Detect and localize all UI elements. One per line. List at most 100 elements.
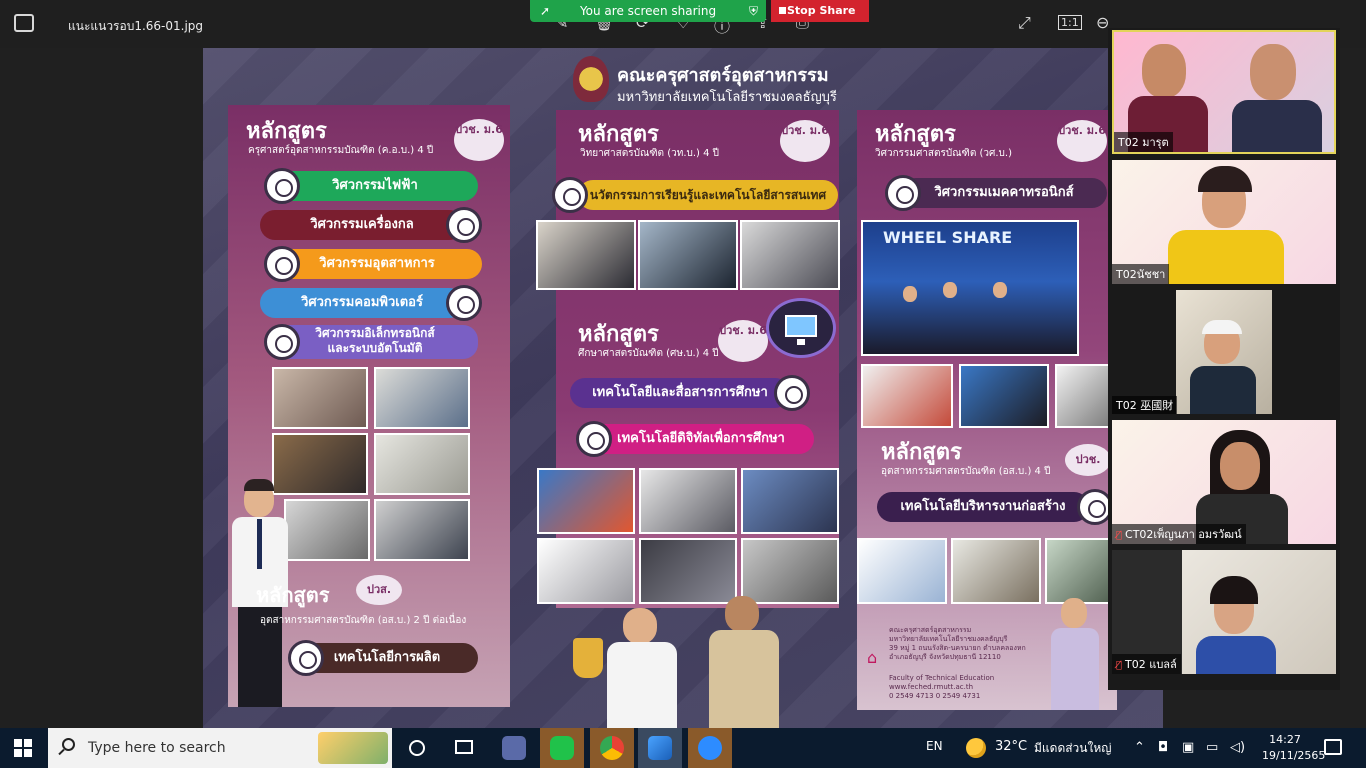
image-filename: แนะแนวรอบ1.66-01.jpg bbox=[68, 19, 204, 33]
activity-photo bbox=[638, 220, 738, 290]
fullscreen-icon[interactable]: ⤢ bbox=[1018, 13, 1031, 33]
gear-icon bbox=[288, 640, 324, 676]
program-pill: วิศวกรรมอิเล็กทรอนิกส์ และระบบอัตโนมัติ bbox=[272, 325, 478, 359]
battery-icon[interactable]: ▭ bbox=[1206, 740, 1218, 755]
gear-icon bbox=[885, 175, 921, 211]
lab-photo bbox=[284, 499, 370, 561]
lab-photo bbox=[272, 367, 368, 429]
admission-badge: ปวช. ม.6 bbox=[718, 320, 768, 362]
gear-icon bbox=[264, 246, 300, 282]
university-name: มหาวิทยาลัยเทคโนโลยีราชมงคลธัญบุรี bbox=[617, 90, 837, 105]
mic-muted-icon: 🎙̸ bbox=[1116, 660, 1123, 671]
activity-photo bbox=[1055, 364, 1115, 428]
chrome-app[interactable] bbox=[590, 728, 634, 768]
gear-icon bbox=[774, 375, 810, 411]
activity-photo bbox=[537, 468, 635, 534]
windows-start-icon[interactable] bbox=[14, 739, 32, 757]
panel-subheading: ศึกษาศาสตรบัณฑิต (ศษ.บ.) 4 ปี bbox=[578, 348, 719, 359]
home-icon: ⌂ bbox=[867, 648, 878, 667]
mic-muted-icon: 🎙̸ bbox=[1116, 530, 1123, 541]
activity-photo bbox=[740, 220, 840, 290]
participant-tile[interactable]: 🎙̸ CT02เพ็ญนภา อมรวัฒน์ bbox=[1112, 420, 1336, 544]
photos-app[interactable] bbox=[638, 728, 682, 768]
faculty-name: คณะครุศาสตร์อุตสาหกรรม bbox=[617, 65, 829, 86]
gear-icon bbox=[264, 168, 300, 204]
activity-photo bbox=[537, 538, 635, 604]
temperature[interactable]: 32°C bbox=[995, 739, 1027, 754]
activity-photo bbox=[741, 538, 839, 604]
lab-photo bbox=[374, 499, 470, 561]
gear-icon bbox=[264, 324, 300, 360]
widgets-button[interactable] bbox=[442, 728, 486, 768]
program-pill: นวัตกรรมการเรียนรู้และเทคโนโลยีสารสนเทศ bbox=[578, 180, 838, 210]
display-icon[interactable]: ▣ bbox=[1182, 740, 1194, 755]
system-clock[interactable]: 14:27 19/11/2565 bbox=[1262, 732, 1325, 764]
camera-icon[interactable]: ◘ bbox=[1158, 740, 1168, 755]
zoom-app[interactable] bbox=[688, 728, 732, 768]
activity-photo bbox=[536, 220, 636, 290]
notifications-icon[interactable] bbox=[1324, 739, 1342, 755]
participant-tile[interactable]: T02 มารุต bbox=[1112, 30, 1336, 154]
admission-badge: ปวช. bbox=[1065, 444, 1111, 476]
volume-icon[interactable]: ◁) bbox=[1230, 740, 1245, 755]
search-placeholder: Type here to search bbox=[88, 740, 226, 756]
program-pill: วิศวกรรมเมคคาทรอนิกส์ bbox=[901, 178, 1107, 208]
university-logo bbox=[573, 56, 609, 102]
poster-header: คณะครุศาสตร์อุตสาหกรรม มหาวิทยาลัยเทคโนโ… bbox=[573, 54, 873, 105]
participant-tile[interactable]: T02นัชชา bbox=[1112, 160, 1336, 284]
program-panel-1: หลักสูตร ครุศาสตร์อุตสาหกรรมบัณฑิต (ค.อ.… bbox=[228, 105, 510, 707]
panel-subheading: อุตสาหกรรมศาสตรบัณฑิต (อส.บ.) 2 ปี ต่อเน… bbox=[260, 615, 467, 626]
participant-tile[interactable]: 🎙̸ T02 แบลล์ bbox=[1112, 550, 1336, 674]
participant-tile[interactable]: T02 巫國財 bbox=[1112, 290, 1336, 414]
chevron-up-icon[interactable]: ⌃ bbox=[1134, 740, 1145, 755]
weather-description[interactable]: มีแดดส่วนใหญ่ bbox=[1034, 739, 1112, 758]
participant-name: 🎙̸ T02 แบลล์ bbox=[1112, 654, 1181, 674]
participant-name: T02 巫國財 bbox=[1112, 396, 1178, 414]
gear-icon bbox=[446, 285, 482, 321]
contact-block: คณะครุศาสตร์อุตสาหกรรม มหาวิทยาลัยเทคโนโ… bbox=[889, 626, 1026, 661]
task-view-button[interactable] bbox=[396, 728, 440, 768]
panel-subheading: ครุศาสตร์อุตสาหกรรมบัณฑิต (ค.อ.บ.) 4 ปี bbox=[248, 145, 434, 156]
taskbar-search[interactable]: Type here to search bbox=[48, 728, 392, 768]
gear-icon bbox=[552, 177, 588, 213]
gear-icon bbox=[576, 421, 612, 457]
program-pill: เทคโนโลยีและสื่อสารการศึกษา bbox=[570, 378, 790, 408]
calculator-app[interactable] bbox=[492, 728, 536, 768]
search-icon bbox=[62, 738, 75, 751]
activity-photo bbox=[639, 538, 737, 604]
weather-icon[interactable] bbox=[966, 738, 986, 758]
shield-icon: ⛨ bbox=[748, 4, 758, 18]
program-pill: วิศวกรรมอุตสาหการ bbox=[272, 249, 482, 279]
admission-badge: ปวช. ม.6 bbox=[780, 120, 830, 162]
panel-heading: หลักสูตร bbox=[256, 583, 330, 607]
activity-photo bbox=[951, 538, 1041, 604]
photos-app-icon bbox=[14, 14, 34, 32]
activity-photo bbox=[741, 468, 839, 534]
program-pill: เทคโนโลยีบริหารงานก่อสร้าง bbox=[877, 492, 1089, 522]
participant-name: T02นัชชา bbox=[1112, 264, 1170, 284]
windows-taskbar: Type here to search EN 32°C มีแดดส่วนใหญ… bbox=[0, 728, 1366, 768]
panel-subheading: วิศวกรรมศาสตรบัณฑิต (วศ.บ.) bbox=[875, 148, 1012, 159]
panel-subheading: วิทยาศาสตรบัณฑิต (วท.บ.) 4 ปี bbox=[580, 148, 719, 159]
actual-size-icon[interactable]: 1:1 bbox=[1058, 15, 1082, 30]
search-highlight-image bbox=[318, 732, 388, 764]
input-language[interactable]: EN bbox=[926, 739, 943, 753]
activity-photo bbox=[1045, 538, 1115, 604]
program-pill: วิศวกรรมคอมพิวเตอร์ bbox=[260, 288, 464, 318]
stop-share-button[interactable]: Stop Share bbox=[771, 0, 869, 22]
admission-badge: ปวช. ม.6 bbox=[1057, 120, 1107, 162]
award-photo: WHEEL SHARE bbox=[861, 220, 1079, 356]
activity-photo bbox=[857, 538, 947, 604]
line-app[interactable] bbox=[540, 728, 584, 768]
lab-photo bbox=[374, 367, 470, 429]
program-pill: วิศวกรรมเครื่องกล bbox=[260, 210, 464, 240]
screen-sharing-banner: ➚ You are screen sharing ⛨ bbox=[530, 0, 766, 22]
program-panel-3: หลักสูตร วิศวกรรมศาสตรบัณฑิต (วศ.บ.) ปวช… bbox=[857, 110, 1117, 710]
panel-subheading: อุตสาหกรรมศาสตรบัณฑิต (อส.บ.) 4 ปี bbox=[881, 466, 1051, 477]
activity-photo bbox=[959, 364, 1049, 428]
activity-photo bbox=[861, 364, 953, 428]
poster-image: คณะครุศาสตร์อุตสาหกรรม มหาวิทยาลัยเทคโนโ… bbox=[203, 48, 1163, 728]
pin-icon[interactable]: ➚ bbox=[540, 0, 550, 22]
program-pill: เทคโนโลยีดิจิทัลเพื่อการศึกษา bbox=[588, 424, 814, 454]
sharing-status-text: You are screen sharing bbox=[579, 4, 717, 18]
